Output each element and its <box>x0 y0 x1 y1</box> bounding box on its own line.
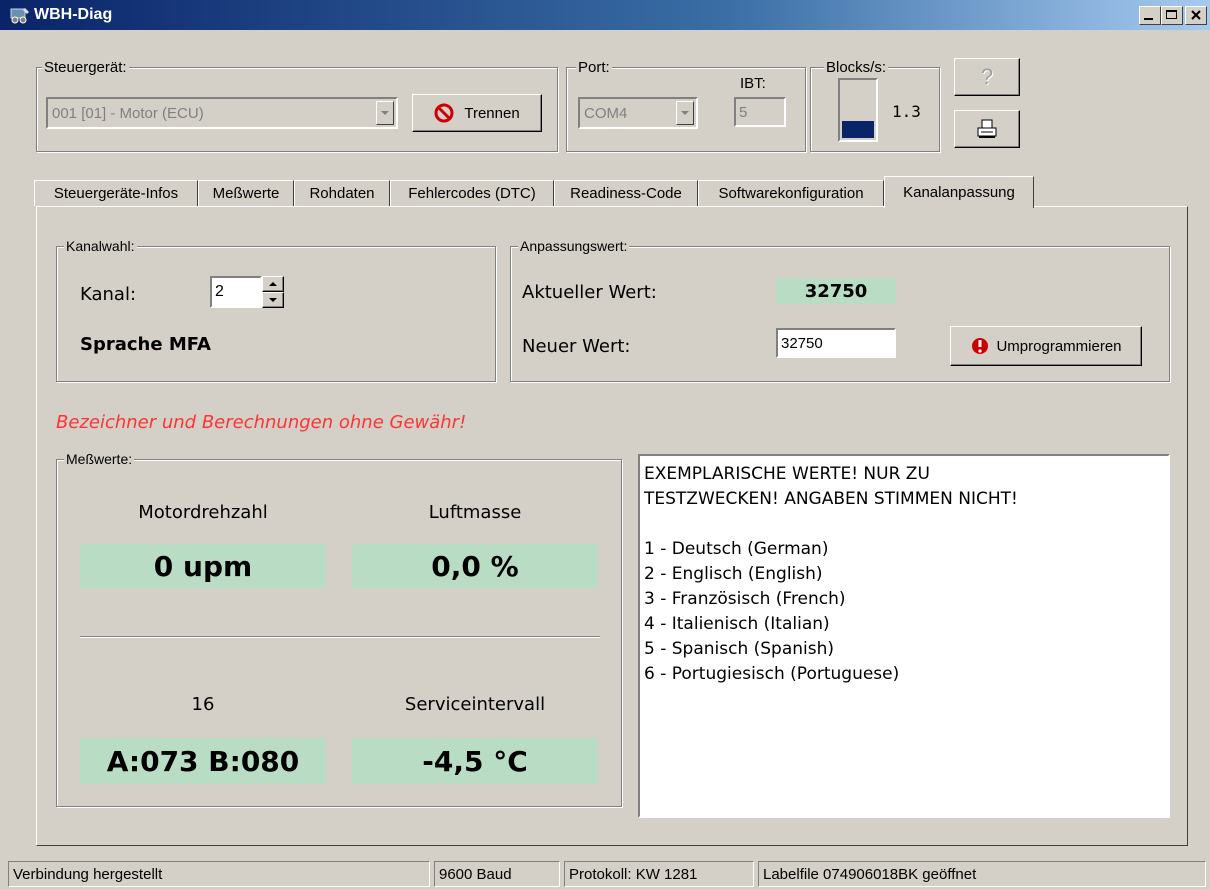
minimize-button[interactable] <box>1139 6 1161 25</box>
controller-select[interactable]: 001 [01] - Motor (ECU) <box>46 97 398 129</box>
controller-label: Steuergerät: <box>42 59 129 76</box>
tab-messwerte[interactable]: Meßwerte <box>198 180 294 206</box>
measurement-label: 16 <box>191 694 215 715</box>
current-value-label: Aktueller Wert: <box>522 282 657 303</box>
prohibited-icon <box>434 103 454 123</box>
ibt-label: IBT: <box>740 75 766 92</box>
port-select[interactable]: COM4 <box>578 97 698 129</box>
maximize-button[interactable] <box>1161 6 1183 25</box>
window-title: WBH-Diag <box>34 6 113 23</box>
disconnect-button-label: Trennen <box>464 104 520 122</box>
info-header-line: EXEMPLARISCHE WERTE! NUR ZU <box>644 464 930 484</box>
measurements-group-label: Meßwerte: <box>64 451 135 467</box>
port-select-value: COM4 <box>584 105 628 122</box>
chevron-down-icon[interactable] <box>676 101 694 125</box>
close-icon <box>1191 10 1201 20</box>
status-connection: Verbindung hergestellt <box>8 861 430 887</box>
chevron-up-icon <box>269 282 277 286</box>
tab-label: Meßwerte <box>212 185 280 202</box>
port-label: Port: <box>576 59 612 76</box>
reprogram-icon <box>972 338 989 354</box>
new-value-input[interactable]: 32750 <box>776 328 896 358</box>
title-bar[interactable]: WBH-Diag <box>0 0 1210 30</box>
status-baud: 9600 Baud <box>434 861 560 887</box>
channel-group-label: Kanalwahl: <box>64 238 137 254</box>
info-option-line: 3 - Französisch (French) <box>644 589 846 609</box>
question-icon: ? <box>980 64 994 89</box>
reprogram-button[interactable]: Umprogrammieren <box>950 326 1142 366</box>
info-option-line: 1 - Deutsch (German) <box>644 539 829 559</box>
channel-label: Kanal: <box>80 284 137 305</box>
tab-readiness-code[interactable]: Readiness-Code <box>554 180 698 206</box>
channel-name: Sprache MFA <box>80 334 211 355</box>
tab-label: Kanalanpassung <box>903 184 1015 201</box>
adaptation-group-label: Anpassungswert: <box>518 238 630 254</box>
current-value: 32750 <box>776 278 896 304</box>
ibt-field[interactable]: 5 <box>734 97 786 127</box>
measurement-label: Motordrehzahl <box>138 502 268 523</box>
tab-label: Readiness-Code <box>570 185 682 202</box>
new-value-label: Neuer Wert: <box>522 336 631 357</box>
disconnect-button[interactable]: Trennen <box>412 94 542 132</box>
controller-select-value: 001 [01] - Motor (ECU) <box>52 105 204 122</box>
app-icon <box>10 8 29 24</box>
spinner-up-button[interactable] <box>262 276 284 292</box>
close-button[interactable] <box>1185 6 1207 25</box>
app-window: WBH-Diag Steuergerät: 001 [01] - Motor (… <box>0 0 1210 889</box>
measurement-value: 0 upm <box>80 544 326 588</box>
help-button[interactable]: ? <box>954 58 1020 96</box>
measurement-label: Luftmasse <box>428 502 522 523</box>
tab-fehlercodes[interactable]: Fehlercodes (DTC) <box>390 180 554 206</box>
tab-rohdaten[interactable]: Rohdaten <box>294 180 390 206</box>
tab-kanalanpassung[interactable]: Kanalanpassung <box>884 176 1034 208</box>
tab-label: Steuergeräte-Infos <box>53 185 179 202</box>
channel-group <box>56 246 496 382</box>
chevron-down-icon <box>269 298 277 302</box>
tab-steuergeraete-infos[interactable]: Steuergeräte-Infos <box>34 180 198 206</box>
reprogram-button-label: Umprogrammieren <box>996 337 1122 355</box>
channel-value: 2 <box>215 283 224 300</box>
status-protocol: Protokoll: KW 1281 <box>564 861 754 887</box>
chevron-down-icon[interactable] <box>376 101 394 125</box>
measurement-label: Serviceintervall <box>404 694 546 715</box>
blocks-label: Blocks/s: <box>824 59 889 76</box>
tab-softwarekonfiguration[interactable]: Softwarekonfiguration <box>698 180 884 206</box>
print-button[interactable] <box>954 110 1020 148</box>
measurement-value: -4,5 °C <box>352 738 598 784</box>
blocks-meter-fill <box>842 121 874 138</box>
channel-spinner-input[interactable]: 2 <box>210 276 262 308</box>
disclaimer-text: Bezeichner und Berechnungen ohne Gewähr! <box>56 412 467 433</box>
tab-label: Softwarekonfiguration <box>718 185 864 202</box>
blocks-value: 1.3 <box>892 102 921 121</box>
blocks-meter <box>838 78 878 142</box>
info-option-line: 4 - Italienisch (Italian) <box>644 614 830 634</box>
info-header-line: TESTZWECKEN! ANGABEN STIMMEN NICHT! <box>644 489 1018 509</box>
tab-label: Rohdaten <box>309 185 375 202</box>
measurement-value: A:073 B:080 <box>80 738 326 784</box>
info-option-line: 2 - Englisch (English) <box>644 564 823 584</box>
divider <box>80 636 600 638</box>
spinner-down-button[interactable] <box>262 292 284 308</box>
tab-label: Fehlercodes (DTC) <box>408 185 536 202</box>
info-text-area[interactable]: EXEMPLARISCHE WERTE! NUR ZU TESTZWECKEN!… <box>638 454 1170 818</box>
info-option-line: 6 - Portugiesisch (Portuguese) <box>644 664 900 684</box>
ibt-value: 5 <box>739 104 748 121</box>
status-labelfile: Labelfile 074906018BK geöffnet <box>758 861 1206 887</box>
info-option-line: 5 - Spanisch (Spanish) <box>644 639 835 659</box>
new-value-text: 32750 <box>781 335 823 352</box>
printer-icon <box>977 119 997 138</box>
measurement-value: 0,0 % <box>352 544 598 588</box>
info-blank-line <box>644 512 1164 537</box>
